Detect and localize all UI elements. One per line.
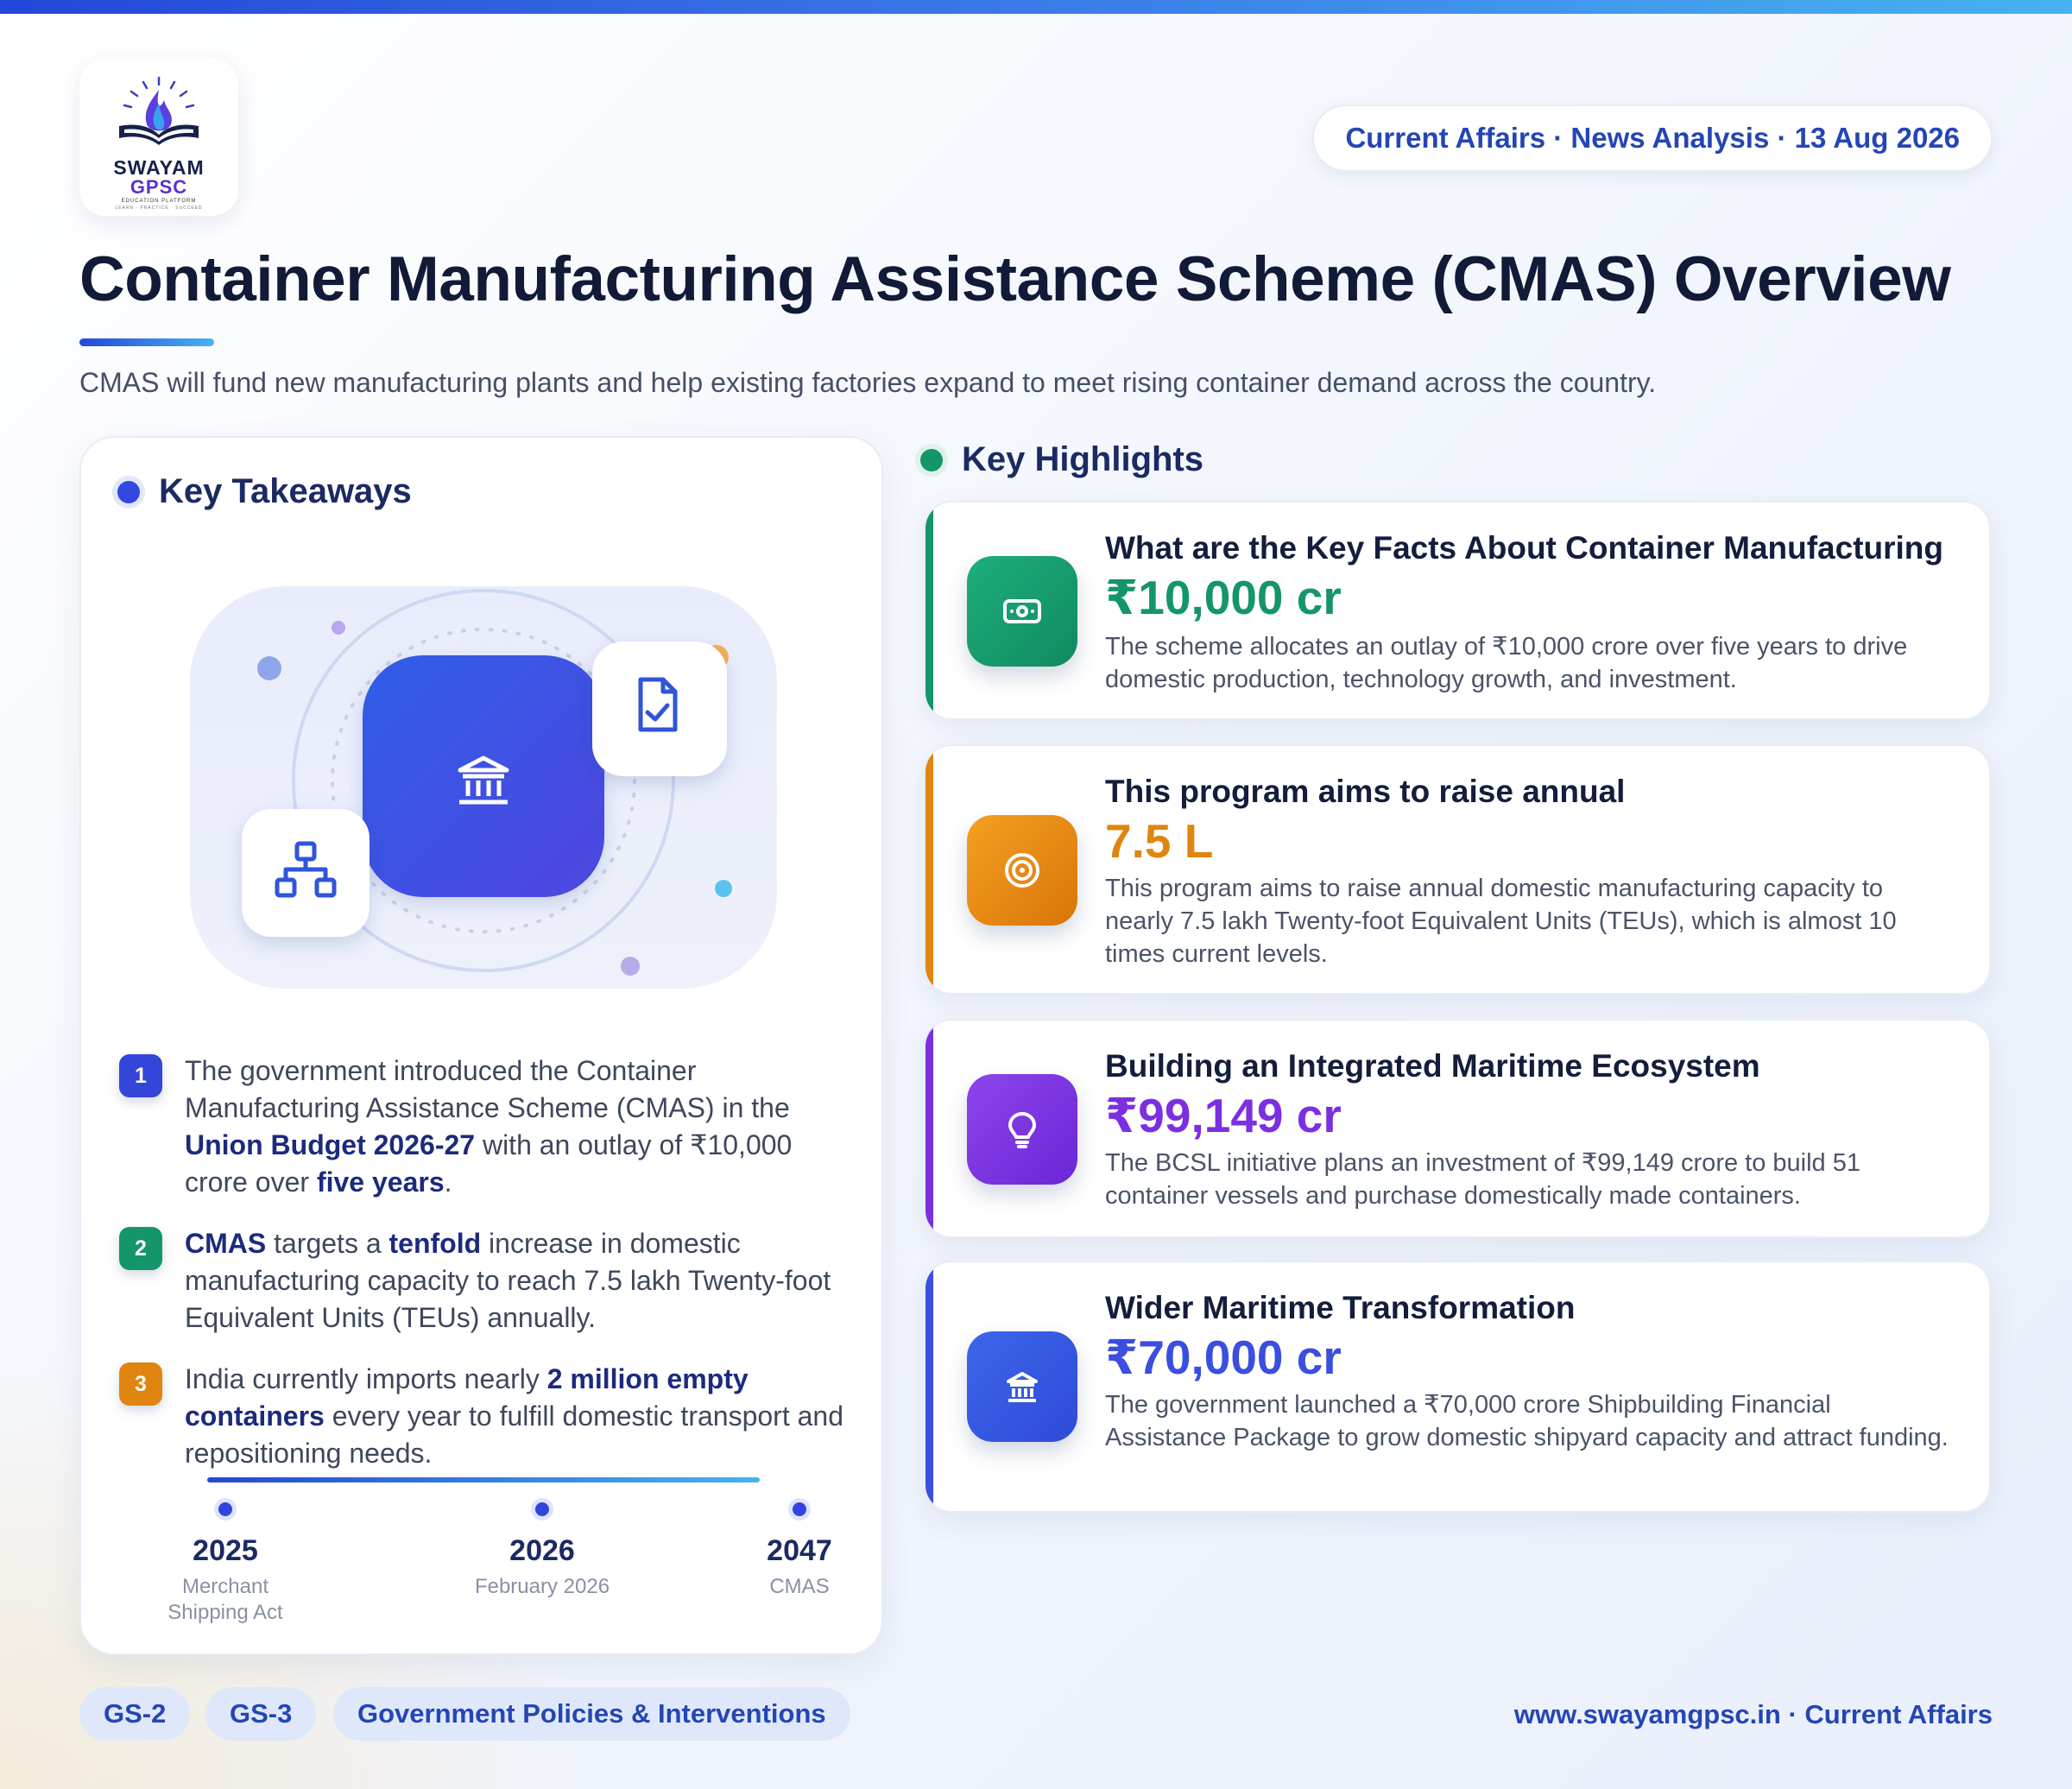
timeline-year: 2026 <box>509 1534 575 1567</box>
key-highlights-heading-text: Key Highlights <box>962 440 1204 478</box>
highlight-title: What are the Key Facts About Container M… <box>1105 530 1943 566</box>
tag-gs2[interactable]: GS-2 <box>79 1687 191 1741</box>
logo-line-1: SWAYAM <box>113 156 205 179</box>
item-number-badge: 3 <box>119 1362 162 1406</box>
list-item: 2 CMAS targets a tenfold increase in dom… <box>119 1225 844 1337</box>
highlight-card[interactable]: This program aims to raise annual 7.5 L … <box>924 744 1991 995</box>
timeline-caption: February 2026 <box>474 1575 610 1598</box>
timeline-line <box>207 1477 760 1482</box>
timeline: 2025 2026 2047 Merchant Shipping Act Feb… <box>81 1477 885 1641</box>
highlight-title: Building an Integrated Maritime Ecosyste… <box>1105 1048 1760 1084</box>
title-underline <box>79 338 214 346</box>
list-item-text: The government introduced the Container … <box>185 1055 793 1198</box>
timeline-node <box>531 1498 553 1520</box>
timeline-year: 2047 <box>767 1534 832 1567</box>
highlight-description: The BCSL initiative plans an investment … <box>1105 1149 1860 1210</box>
list-item: 3 India currently imports nearly 2 milli… <box>119 1361 844 1472</box>
timeline-node <box>788 1498 811 1520</box>
card-accent-bar <box>925 503 933 718</box>
list-item: 1 The government introduced the Containe… <box>119 1053 844 1201</box>
list-item-text: CMAS targets a tenfold increase in domes… <box>185 1228 831 1333</box>
highlight-title: This program aims to raise annual <box>1105 774 1626 809</box>
tag-gs3[interactable]: GS-3 <box>205 1687 317 1741</box>
heading-dot-icon <box>117 480 140 503</box>
page-subtitle: CMAS will fund new manufacturing plants … <box>79 367 1657 398</box>
target-icon <box>967 815 1077 926</box>
card-accent-bar <box>925 746 933 993</box>
tag-policies[interactable]: Government Policies & Interventions <box>333 1687 850 1741</box>
scheme-illustration <box>190 586 777 989</box>
logo-flame-book-icon <box>119 76 199 145</box>
highlight-card[interactable]: Wider Maritime Transformation ₹70,000 cr… <box>924 1261 1991 1513</box>
list-item-text: India currently imports nearly 2 million… <box>185 1363 843 1469</box>
key-takeaways-card: Key Takeaways 1 The government introduce… <box>79 436 883 1655</box>
timeline-caption: CMAS <box>769 1575 830 1598</box>
highlight-card[interactable]: Building an Integrated Maritime Ecosyste… <box>924 1019 1991 1238</box>
logo-line-4: LEARN · PRACTICE · SUCCEED <box>115 205 203 211</box>
lightbulb-icon <box>967 1074 1077 1185</box>
item-number-badge: 1 <box>119 1054 162 1097</box>
timeline-node <box>214 1498 237 1520</box>
brand-logo[interactable]: SWAYAM GPSC EDUCATION PLATFORM LEARN · P… <box>79 59 238 216</box>
highlight-value: ₹70,000 cr <box>1105 1331 1342 1384</box>
key-highlights-heading: Key Highlights <box>920 440 1203 479</box>
card-accent-bar <box>925 1021 933 1236</box>
highlight-value: 7.5 L <box>1105 814 1214 868</box>
money-icon <box>967 556 1077 667</box>
key-takeaways-heading: Key Takeaways <box>117 472 412 511</box>
timeline-caption: Merchant Shipping Act <box>167 1575 283 1624</box>
card-accent-bar <box>925 1262 933 1511</box>
key-takeaways-heading-text: Key Takeaways <box>159 472 412 510</box>
highlight-title: Wider Maritime Transformation <box>1105 1290 1576 1325</box>
highlight-description: The scheme allocates an outlay of ₹10,00… <box>1105 633 1908 693</box>
highlight-description: The government launched a ₹70,000 crore … <box>1105 1391 1949 1451</box>
highlight-card[interactable]: What are the Key Facts About Container M… <box>924 501 1991 720</box>
bank-icon <box>967 1331 1077 1442</box>
top-accent-bar <box>0 0 2072 14</box>
logo-line-3: EDUCATION PLATFORM <box>121 199 197 204</box>
date-pill: Current Affairs · News Analysis · 13 Aug… <box>1312 104 1993 172</box>
highlight-value: ₹99,149 cr <box>1105 1089 1342 1142</box>
page-title: Container Manufacturing Assistance Schem… <box>79 244 1951 314</box>
highlight-value: ₹10,000 cr <box>1105 571 1342 624</box>
logo-line-2: GPSC <box>130 176 188 198</box>
item-number-badge: 2 <box>119 1227 162 1270</box>
highlight-description: This program aims to raise annual domest… <box>1105 875 1897 968</box>
timeline-year: 2025 <box>193 1534 258 1567</box>
footer-site-link[interactable]: www.swayamgpsc.in · Current Affairs <box>1514 1699 1993 1730</box>
takeaways-list: 1 The government introduced the Containe… <box>119 1053 844 1496</box>
heading-dot-icon <box>920 448 943 471</box>
